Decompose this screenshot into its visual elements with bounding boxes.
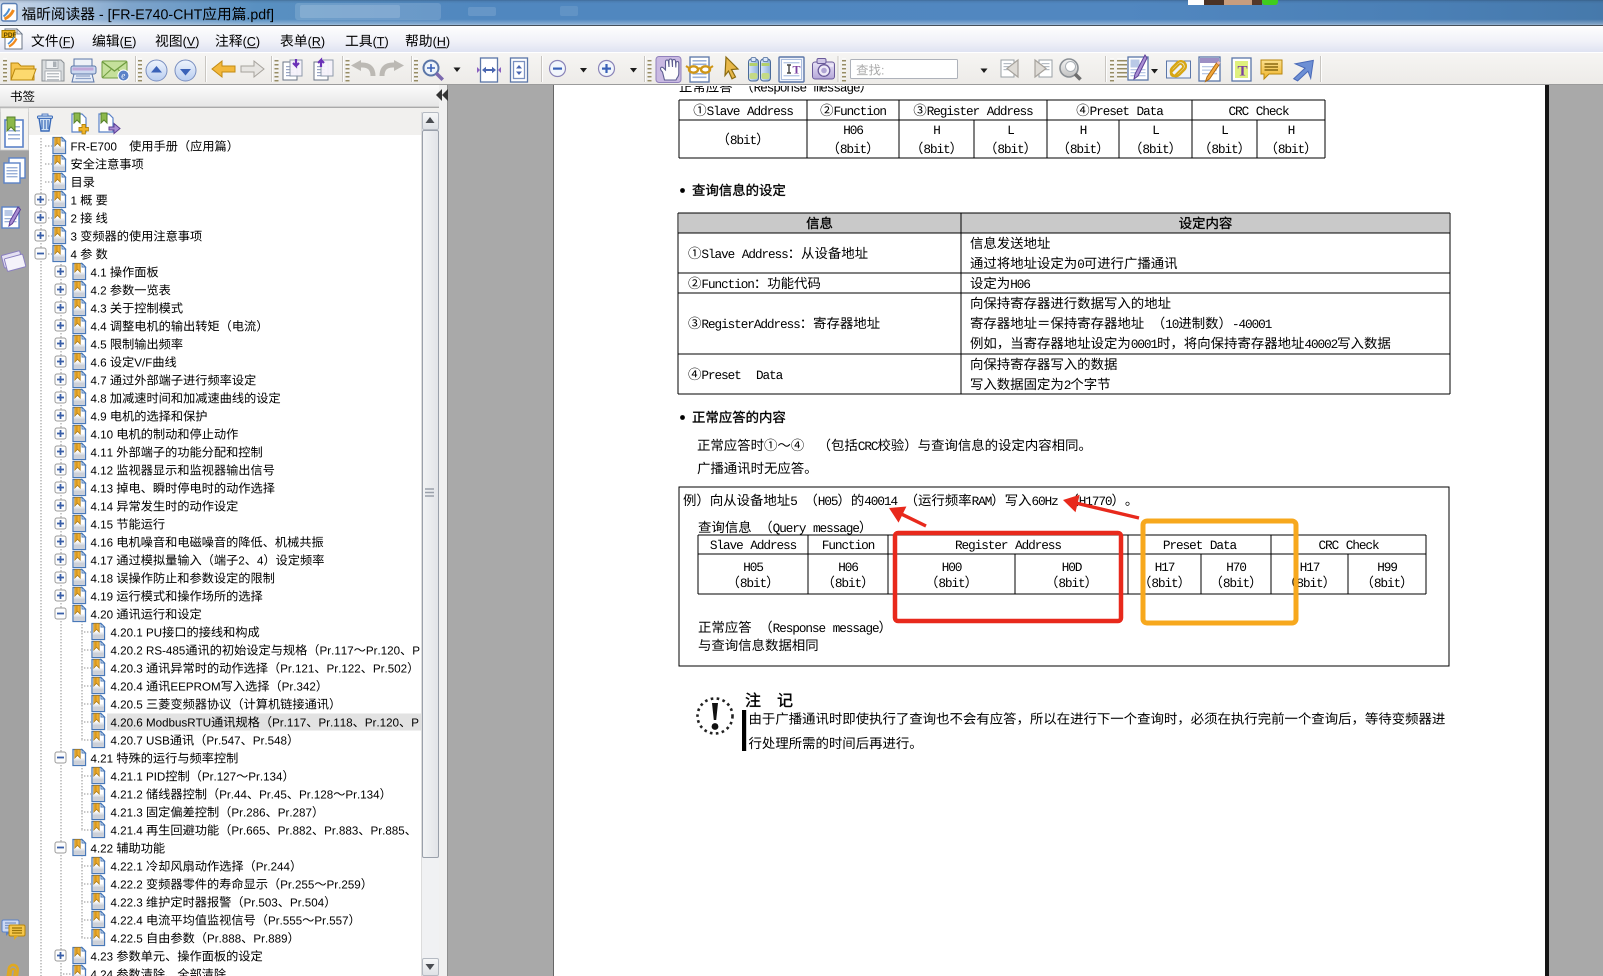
svg-text:PDF: PDF <box>4 32 17 39</box>
svg-text:e: e <box>121 71 125 81</box>
svg-text:T: T <box>1238 64 1248 80</box>
svg-text:T: T <box>793 63 801 77</box>
